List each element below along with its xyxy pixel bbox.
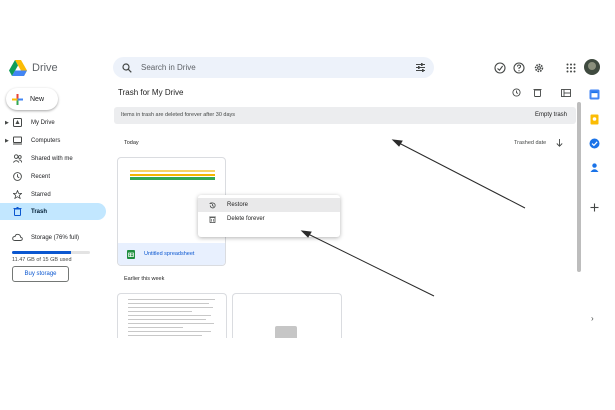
star-icon bbox=[13, 190, 22, 199]
sidebar-item-label: Trash bbox=[31, 208, 48, 215]
add-addon-icon[interactable] bbox=[589, 202, 600, 213]
file-name: Untitled spreadsheet bbox=[144, 251, 195, 257]
offline-icon[interactable] bbox=[494, 62, 506, 74]
sidebar-item-label: Starred bbox=[31, 191, 51, 198]
sort-button[interactable]: Trashed date bbox=[514, 140, 546, 146]
cloud-icon bbox=[12, 233, 23, 241]
sidebar-item-recent[interactable]: Recent bbox=[0, 168, 106, 185]
sidebar-item-shared[interactable]: Shared with me bbox=[0, 150, 106, 167]
menu-item-label: Delete forever bbox=[227, 216, 265, 222]
thumbnail-line bbox=[130, 177, 215, 180]
section-earlier: Earlier this week bbox=[124, 276, 165, 282]
trash-info-banner: Items in trash are deleted forever after… bbox=[114, 107, 576, 124]
storage-progress bbox=[12, 251, 90, 254]
file-card-folder[interactable] bbox=[232, 293, 342, 338]
file-card-doc[interactable] bbox=[117, 293, 227, 338]
delete-forever-menu-item[interactable]: Delete forever bbox=[198, 212, 340, 226]
calendar-icon[interactable] bbox=[589, 89, 600, 100]
app-name: Drive bbox=[32, 62, 58, 74]
file-card-footer[interactable]: Untitled spreadsheet bbox=[118, 243, 225, 265]
sidebar-item-label: My Drive bbox=[31, 119, 55, 126]
sidebar-item-label: Shared with me bbox=[31, 155, 73, 162]
drive-logo[interactable]: Drive bbox=[9, 60, 58, 76]
restore-menu-item[interactable]: Restore bbox=[198, 198, 340, 212]
new-button[interactable]: New bbox=[6, 88, 58, 110]
storage-usage-text: 11.47 GB of 15 GB used bbox=[12, 257, 72, 263]
menu-item-label: Restore bbox=[227, 202, 249, 208]
empty-trash-button[interactable]: Empty trash bbox=[535, 112, 567, 118]
contacts-icon[interactable] bbox=[589, 162, 600, 173]
activity-icon[interactable] bbox=[512, 88, 521, 97]
sidebar-item-label: Recent bbox=[31, 173, 51, 180]
tune-icon[interactable] bbox=[416, 63, 425, 72]
storage-label: Storage (76% full) bbox=[31, 234, 80, 241]
list-view-icon[interactable] bbox=[561, 89, 571, 97]
buy-storage-button[interactable]: Buy storage bbox=[12, 266, 69, 282]
sidebar-item-computers[interactable]: ▶ Computers bbox=[0, 132, 106, 149]
folder-icon bbox=[275, 326, 297, 338]
search-bar[interactable]: Search in Drive bbox=[113, 57, 434, 78]
my-drive-icon bbox=[13, 118, 22, 127]
trash-view-icon[interactable] bbox=[533, 88, 542, 97]
arrow-down-icon[interactable] bbox=[556, 139, 563, 147]
help-icon[interactable] bbox=[513, 62, 525, 74]
context-menu: Restore Delete forever bbox=[198, 195, 340, 237]
sidebar-item-starred[interactable]: Starred bbox=[0, 186, 106, 203]
banner-text: Items in trash are deleted forever after… bbox=[121, 112, 236, 118]
section-today: Today bbox=[124, 140, 139, 146]
side-panel bbox=[583, 52, 609, 336]
restore-icon bbox=[209, 201, 216, 208]
drive-app: Drive Search in Drive New ▶ My Drive ▶ C… bbox=[0, 52, 609, 338]
apps-grid-icon[interactable] bbox=[565, 62, 577, 74]
page-title: Trash for My Drive bbox=[118, 88, 184, 97]
sidebar-item-storage[interactable]: Storage (76% full) bbox=[0, 229, 106, 246]
scrollbar[interactable] bbox=[577, 102, 581, 272]
sidebar-item-my-drive[interactable]: ▶ My Drive bbox=[0, 114, 106, 131]
sidebar-item-label: Computers bbox=[31, 137, 61, 144]
tasks-icon[interactable] bbox=[589, 138, 600, 149]
thumbnail-line bbox=[130, 170, 215, 172]
thumbnail-line bbox=[130, 174, 215, 176]
expand-caret-icon[interactable]: ▶ bbox=[5, 120, 9, 126]
search-icon[interactable] bbox=[122, 62, 132, 73]
drive-logo-icon bbox=[9, 60, 27, 76]
chevron-right-icon[interactable]: › bbox=[591, 314, 594, 323]
trash-icon bbox=[13, 207, 22, 216]
plus-icon bbox=[12, 93, 23, 105]
sheets-icon bbox=[127, 249, 135, 259]
shared-icon bbox=[13, 154, 22, 163]
search-input[interactable]: Search in Drive bbox=[141, 63, 196, 72]
recent-icon bbox=[13, 172, 22, 181]
settings-icon[interactable] bbox=[533, 62, 545, 74]
sidebar-item-trash[interactable]: Trash bbox=[0, 203, 106, 220]
delete-icon bbox=[209, 216, 216, 223]
storage-progress-fill bbox=[12, 251, 72, 254]
keep-icon[interactable] bbox=[589, 114, 600, 125]
computers-icon bbox=[13, 136, 22, 145]
new-button-label: New bbox=[30, 95, 45, 103]
expand-caret-icon[interactable]: ▶ bbox=[5, 138, 9, 144]
doc-thumbnail bbox=[128, 296, 220, 336]
